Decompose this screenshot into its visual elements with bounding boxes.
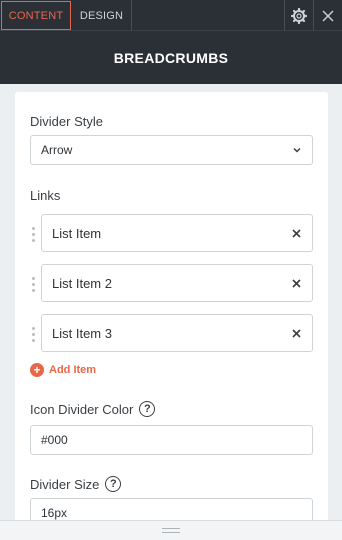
help-icon[interactable]: ?: [139, 401, 156, 417]
divider-size-label-text: Divider Size: [30, 476, 100, 492]
remove-item-button[interactable]: [290, 327, 302, 339]
tab-bar: CONTENT DESIGN: [0, 0, 342, 31]
close-button[interactable]: [313, 0, 342, 31]
settings-body: Divider Style Arrow Links List Item List…: [0, 84, 342, 532]
add-item-label: Add Item: [49, 364, 97, 376]
close-icon: [291, 278, 301, 288]
link-item-label: List Item 2: [52, 275, 112, 291]
drag-handle-icon[interactable]: [30, 325, 36, 343]
close-icon: [291, 328, 301, 338]
icon-divider-color-label-text: Icon Divider Color: [30, 401, 134, 417]
divider-style-value: Arrow: [41, 143, 73, 157]
chevron-down-icon: [293, 147, 301, 153]
divider-size-value: 16px: [41, 506, 68, 520]
grip-icon: [162, 528, 180, 533]
resize-handle[interactable]: [0, 520, 342, 540]
tab-design[interactable]: DESIGN: [72, 0, 132, 31]
add-item-button[interactable]: + Add Item: [30, 363, 96, 377]
divider-style-label: Divider Style: [30, 114, 103, 129]
settings-button[interactable]: [284, 0, 313, 31]
link-item-2[interactable]: List Item 2: [41, 264, 313, 302]
panel-title: BREADCRUMBS: [113, 50, 229, 66]
plus-circle-icon: +: [30, 363, 44, 377]
remove-item-button[interactable]: [290, 277, 302, 289]
icon-divider-color-input[interactable]: #000: [30, 425, 313, 455]
settings-panel: Divider Style Arrow Links List Item List…: [15, 92, 328, 532]
link-item-label: List Item 3: [52, 325, 112, 341]
drag-handle-icon[interactable]: [30, 225, 36, 243]
link-item-label: List Item: [52, 225, 102, 241]
help-icon[interactable]: ?: [105, 476, 122, 492]
links-label: Links: [30, 188, 61, 203]
icon-divider-color-label: Icon Divider Color ?: [30, 401, 156, 417]
gear-icon: [291, 7, 307, 24]
drag-handle-icon[interactable]: [30, 275, 36, 293]
tab-content[interactable]: CONTENT: [1, 1, 71, 30]
close-icon: [291, 228, 301, 238]
divider-style-select[interactable]: Arrow: [30, 135, 313, 165]
divider-size-label: Divider Size ?: [30, 476, 122, 492]
link-item-1[interactable]: List Item: [41, 214, 313, 252]
link-item-3[interactable]: List Item 3: [41, 314, 313, 352]
icon-divider-color-value: #000: [41, 433, 68, 447]
remove-item-button[interactable]: [290, 227, 302, 239]
close-icon: [322, 10, 334, 21]
